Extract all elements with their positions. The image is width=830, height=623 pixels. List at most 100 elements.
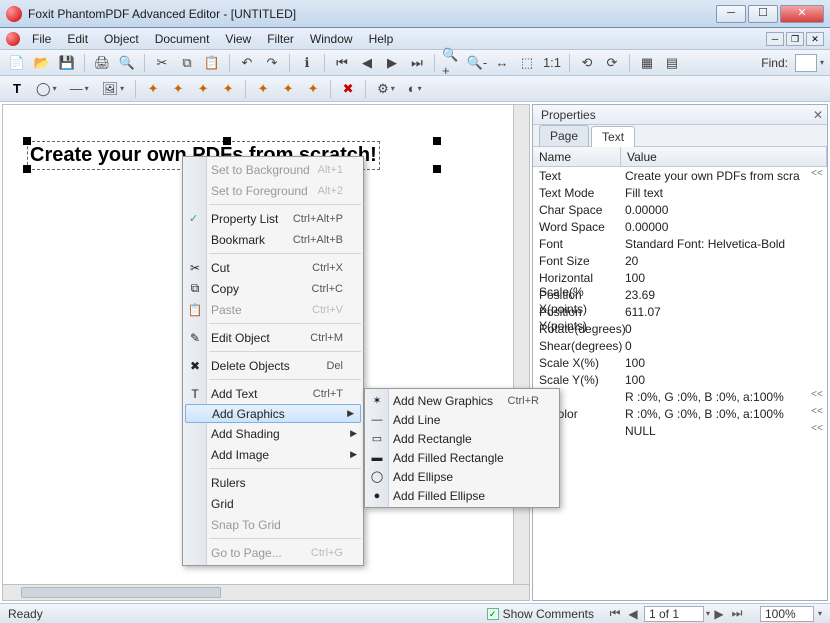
property-row[interactable]: Text ModeFill text [533, 185, 827, 202]
tab-page[interactable]: Page [539, 125, 589, 146]
property-value[interactable]: R :0%, G :0%, B :0%, a:100% [621, 406, 807, 423]
options-tool[interactable]: ◐▾ [403, 78, 427, 100]
close-button[interactable]: ✕ [780, 5, 824, 23]
menu-item[interactable]: Add Shading▶ [183, 423, 363, 444]
menu-item[interactable]: ✎Edit ObjectCtrl+M [183, 327, 363, 348]
property-value[interactable]: NULL [621, 423, 807, 440]
status-last-page[interactable]: ⏭ [728, 606, 746, 622]
status-next-page[interactable]: ▶ [710, 606, 728, 622]
property-row[interactable]: TextCreate your own PDFs from scra<< [533, 168, 827, 185]
edit-tool-4[interactable]: ✦ [217, 78, 239, 100]
settings-tool[interactable]: ⚙▾ [372, 78, 400, 100]
cut-button[interactable]: ✂ [151, 52, 173, 74]
property-row[interactable]: Shear(degrees)0 [533, 338, 827, 355]
property-row[interactable]: orR :0%, G :0%, B :0%, a:100%<< [533, 389, 827, 406]
property-row[interactable]: Position Y(points)611.07 [533, 304, 827, 321]
property-value[interactable]: 100 [621, 270, 807, 287]
zoom-in-button[interactable]: 🔍+ [441, 52, 463, 74]
rotate-right-button[interactable]: ⟳ [601, 52, 623, 74]
first-page-button[interactable]: ⏮ [331, 52, 353, 74]
paste-button[interactable]: 📋 [201, 52, 223, 74]
property-row[interactable]: Position X(points)23.69 [533, 287, 827, 304]
vertical-scrollbar[interactable] [513, 105, 529, 584]
property-row[interactable]: Rotate(degrees)0 [533, 321, 827, 338]
fit-page-button[interactable]: ⬚ [516, 52, 538, 74]
selection-handle[interactable] [23, 165, 31, 173]
status-prev-page[interactable]: ◀ [624, 606, 642, 622]
property-expand-icon[interactable]: << [807, 168, 827, 185]
properties-close-icon[interactable]: ✕ [809, 108, 827, 122]
menu-file[interactable]: File [24, 30, 59, 48]
print-button[interactable]: 🖨 [91, 52, 113, 74]
property-value[interactable]: 0.00000 [621, 219, 807, 236]
menu-item[interactable]: ⧉CopyCtrl+C [183, 278, 363, 299]
layout-button[interactable]: ▦ [636, 52, 658, 74]
redo-button[interactable]: ↷ [261, 52, 283, 74]
edit-tool-2[interactable]: ✦ [167, 78, 189, 100]
property-expand-icon[interactable]: << [807, 389, 827, 406]
submenu-item[interactable]: ▬Add Filled Rectangle [365, 448, 559, 467]
property-expand-icon[interactable]: << [807, 406, 827, 423]
property-value[interactable]: Create your own PDFs from scra [621, 168, 807, 185]
property-value[interactable]: Fill text [621, 185, 807, 202]
property-row[interactable]: Font Size20 [533, 253, 827, 270]
delete-tool[interactable]: ✖ [337, 78, 359, 100]
property-value[interactable]: 0.00000 [621, 202, 807, 219]
property-value[interactable]: 100 [621, 372, 807, 389]
edit-tool-3[interactable]: ✦ [192, 78, 214, 100]
add-graphics-tool[interactable]: ◯▾ [31, 78, 62, 100]
menu-item[interactable]: ✖Delete ObjectsDel [183, 355, 363, 376]
status-zoom[interactable]: 100% [760, 606, 814, 622]
menu-view[interactable]: View [217, 30, 259, 48]
prev-page-button[interactable]: ◀ [356, 52, 378, 74]
property-expand-icon[interactable]: << [807, 423, 827, 440]
preview-button[interactable]: 🔍 [116, 52, 138, 74]
menu-item[interactable]: Add Graphics▶ [185, 404, 361, 423]
property-value[interactable]: 0 [621, 321, 807, 338]
menu-document[interactable]: Document [147, 30, 218, 48]
selection-handle[interactable] [223, 137, 231, 145]
mdi-minimize[interactable]: ─ [766, 32, 784, 46]
mdi-close[interactable]: ✕ [806, 32, 824, 46]
menu-item[interactable]: Grid [183, 493, 363, 514]
add-image-tool[interactable]: 🖼▾ [97, 78, 130, 100]
edit-tool-6[interactable]: ✦ [277, 78, 299, 100]
property-row[interactable]: Horizontal Scale(%100 [533, 270, 827, 287]
mdi-restore[interactable]: ❐ [786, 32, 804, 46]
property-value[interactable]: 611.07 [621, 304, 807, 321]
edit-tool-5[interactable]: ✦ [252, 78, 274, 100]
menu-item[interactable]: TAdd TextCtrl+T [183, 383, 363, 404]
status-page-display[interactable]: 1 of 1 [644, 606, 704, 622]
save-button[interactable]: 💾 [56, 52, 78, 74]
selection-handle[interactable] [23, 137, 31, 145]
zoom-dropdown-icon[interactable]: ▾ [818, 609, 822, 618]
menu-item[interactable]: Add Image▶ [183, 444, 363, 465]
next-page-button[interactable]: ▶ [381, 52, 403, 74]
menu-item[interactable]: ✂CutCtrl+X [183, 257, 363, 278]
submenu-item[interactable]: ▭Add Rectangle [365, 429, 559, 448]
add-text-tool[interactable]: T [6, 78, 28, 100]
zoom-out-button[interactable]: 🔍- [466, 52, 488, 74]
property-value[interactable]: 0 [621, 338, 807, 355]
tab-text[interactable]: Text [591, 126, 635, 147]
menu-help[interactable]: Help [361, 30, 402, 48]
about-button[interactable]: ℹ [296, 52, 318, 74]
edit-tool-1[interactable]: ✦ [142, 78, 164, 100]
property-row[interactable]: Scale Y(%)100 [533, 372, 827, 389]
property-row[interactable]: gNULL<< [533, 423, 827, 440]
submenu-item[interactable]: ✶Add New GraphicsCtrl+R [365, 391, 559, 410]
actual-size-button[interactable]: 1:1 [541, 52, 563, 74]
menu-item[interactable]: Rulers [183, 472, 363, 493]
property-value[interactable]: Standard Font: Helvetica-Bold [621, 236, 807, 253]
menu-window[interactable]: Window [302, 30, 361, 48]
property-row[interactable]: Char Space0.00000 [533, 202, 827, 219]
property-value[interactable]: 20 [621, 253, 807, 270]
submenu-item[interactable]: ◯Add Ellipse [365, 467, 559, 486]
copy-button[interactable]: ⧉ [176, 52, 198, 74]
page-button[interactable]: ▤ [661, 52, 683, 74]
menu-filter[interactable]: Filter [259, 30, 302, 48]
submenu-item[interactable]: ―Add Line [365, 410, 559, 429]
submenu-item[interactable]: ●Add Filled Ellipse [365, 486, 559, 505]
rotate-left-button[interactable]: ⟲ [576, 52, 598, 74]
edit-tool-7[interactable]: ✦ [302, 78, 324, 100]
